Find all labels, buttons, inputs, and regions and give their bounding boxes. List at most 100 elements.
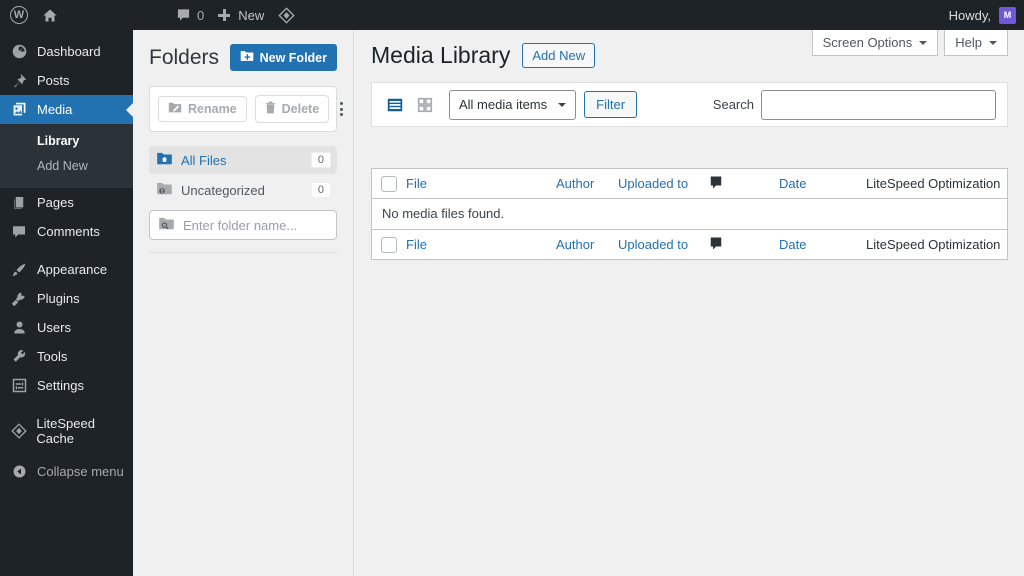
media-icon	[10, 101, 28, 118]
grid-view-icon[interactable]	[413, 93, 437, 117]
admin-bar: W 0 New Howdy, M	[0, 0, 1024, 30]
column-footer-file[interactable]: File	[406, 237, 556, 252]
all-files-folder-icon	[156, 152, 173, 168]
sidebar-item-tools[interactable]: Tools	[0, 342, 133, 371]
folder-label: All Files	[181, 152, 227, 168]
rename-label: Rename	[188, 102, 237, 116]
sidebar-item-label: Tools	[37, 349, 68, 364]
page-title: Media Library	[371, 42, 511, 68]
folders-panel: Folders New Folder Rename Delete All Fil…	[133, 30, 359, 576]
sidebar-item-label: Dashboard	[37, 44, 101, 59]
sidebar-item-label: Plugins	[37, 291, 80, 306]
sidebar-item-label: Settings	[37, 378, 84, 393]
sidebar-item-label: Comments	[37, 224, 100, 239]
media-filter-toolbar: All media items Filter Search	[371, 82, 1008, 127]
delete-folder-button[interactable]: Delete	[254, 95, 330, 123]
rename-folder-icon	[168, 102, 182, 116]
collapse-menu-label: Collapse menu	[37, 464, 124, 479]
help-button[interactable]: Help	[944, 30, 1008, 56]
column-footer-comments-icon[interactable]	[708, 236, 779, 254]
sidebar-item-dashboard[interactable]: Dashboard	[0, 37, 133, 66]
litespeed-diamond-icon	[10, 422, 27, 439]
wordpress-logo-icon[interactable]: W	[10, 6, 28, 24]
plugins-icon	[10, 291, 28, 307]
screen-options-label: Screen Options	[822, 35, 913, 50]
new-folder-label: New Folder	[259, 50, 327, 65]
folder-row-all-files[interactable]: All Files 0	[149, 146, 337, 174]
search-label: Search	[712, 97, 754, 112]
list-view-icon[interactable]	[383, 93, 407, 117]
media-type-selected-value: All media items	[459, 96, 548, 112]
column-header-date[interactable]: Date	[779, 176, 866, 191]
delete-label: Delete	[281, 102, 320, 116]
add-new-button[interactable]: Add New	[522, 43, 596, 68]
select-all-checkbox[interactable]	[381, 236, 397, 253]
column-footer-date[interactable]: Date	[779, 237, 866, 252]
new-plus-icon[interactable]	[218, 9, 231, 21]
select-all-checkbox[interactable]	[381, 175, 397, 192]
column-header-uploaded-to[interactable]: Uploaded to	[618, 176, 708, 191]
user-avatar[interactable]: M	[999, 6, 1016, 24]
collapse-arrow-icon	[10, 464, 28, 479]
folders-panel-title: Folders	[149, 45, 220, 69]
rename-folder-button[interactable]: Rename	[158, 96, 247, 122]
folder-count-badge: 0	[311, 153, 330, 167]
collapse-menu-button[interactable]: Collapse menu	[0, 457, 133, 486]
media-table: File Author Uploaded to Date LiteSpeed O…	[371, 168, 1008, 260]
home-site-icon[interactable]	[42, 8, 58, 23]
screen-options-button[interactable]: Screen Options	[811, 30, 939, 56]
sidebar-item-label: Posts	[37, 73, 70, 88]
sidebar-item-media[interactable]: Media	[0, 95, 133, 124]
column-footer-uploaded-to[interactable]: Uploaded to	[618, 237, 708, 252]
table-header-row: File Author Uploaded to Date LiteSpeed O…	[372, 169, 1007, 199]
folder-row-uncategorized[interactable]: Uncategorized 0	[149, 176, 337, 204]
folder-count-badge: 0	[311, 183, 330, 197]
sidebar-item-litespeed-cache[interactable]: LiteSpeed Cache	[0, 415, 133, 446]
sidebar-item-pages[interactable]: Pages	[0, 188, 133, 217]
submenu-item-add-new[interactable]: Add New	[0, 154, 133, 179]
column-footer-author[interactable]: Author	[556, 237, 618, 252]
table-footer-row: File Author Uploaded to Date LiteSpeed O…	[372, 229, 1007, 259]
new-menu-label[interactable]: New	[238, 8, 264, 23]
folder-plus-icon	[240, 50, 254, 65]
sidebar-item-plugins[interactable]: Plugins	[0, 284, 133, 313]
column-header-file[interactable]: File	[406, 176, 556, 191]
folder-list: All Files 0 Uncategorized 0	[149, 146, 337, 204]
comments-count: 0	[197, 7, 205, 23]
comments-bubble-icon[interactable]	[176, 8, 191, 22]
admin-sidebar: Dashboard Posts Media Library Add New Pa…	[0, 30, 133, 576]
filter-button[interactable]: Filter	[584, 91, 638, 118]
sidebar-item-users[interactable]: Users	[0, 313, 133, 342]
sidebar-item-settings[interactable]: Settings	[0, 371, 133, 400]
litespeed-icon[interactable]	[278, 6, 295, 24]
folders-toolbar: Rename Delete	[149, 86, 344, 132]
column-header-author[interactable]: Author	[556, 176, 618, 191]
tools-wrench-icon	[10, 349, 28, 364]
trash-icon	[265, 101, 276, 117]
comments-icon	[10, 224, 28, 239]
sidebar-item-label: LiteSpeed Cache	[36, 415, 95, 446]
media-type-select[interactable]: All media items	[449, 89, 577, 120]
help-label: Help	[955, 35, 982, 50]
column-header-comments-icon[interactable]	[708, 175, 779, 193]
submenu-item-library[interactable]: Library	[0, 129, 133, 154]
howdy-greeting[interactable]: Howdy,	[949, 8, 991, 23]
folder-name-input[interactable]	[183, 217, 359, 233]
search-input[interactable]	[761, 89, 996, 120]
folders-panel-divider	[149, 252, 337, 253]
folders-more-options-kebab-icon[interactable]	[337, 99, 346, 119]
posts-pin-icon	[10, 73, 28, 89]
settings-sliders-icon	[10, 378, 28, 393]
chevron-down-icon	[989, 40, 997, 49]
uncategorized-folder-icon	[156, 182, 173, 198]
new-folder-button[interactable]: New Folder	[229, 44, 337, 71]
sidebar-item-appearance[interactable]: Appearance	[0, 255, 133, 284]
sidebar-item-comments[interactable]: Comments	[0, 217, 133, 246]
sidebar-item-posts[interactable]: Posts	[0, 66, 133, 95]
folder-label: Uncategorized	[181, 182, 265, 198]
media-submenu: Library Add New	[0, 124, 133, 188]
empty-table-message: No media files found.	[372, 199, 1007, 229]
media-library-content: Screen Options Help Media Library Add Ne…	[354, 30, 1024, 576]
sidebar-item-label: Users	[37, 320, 71, 335]
appearance-brush-icon	[10, 262, 28, 278]
